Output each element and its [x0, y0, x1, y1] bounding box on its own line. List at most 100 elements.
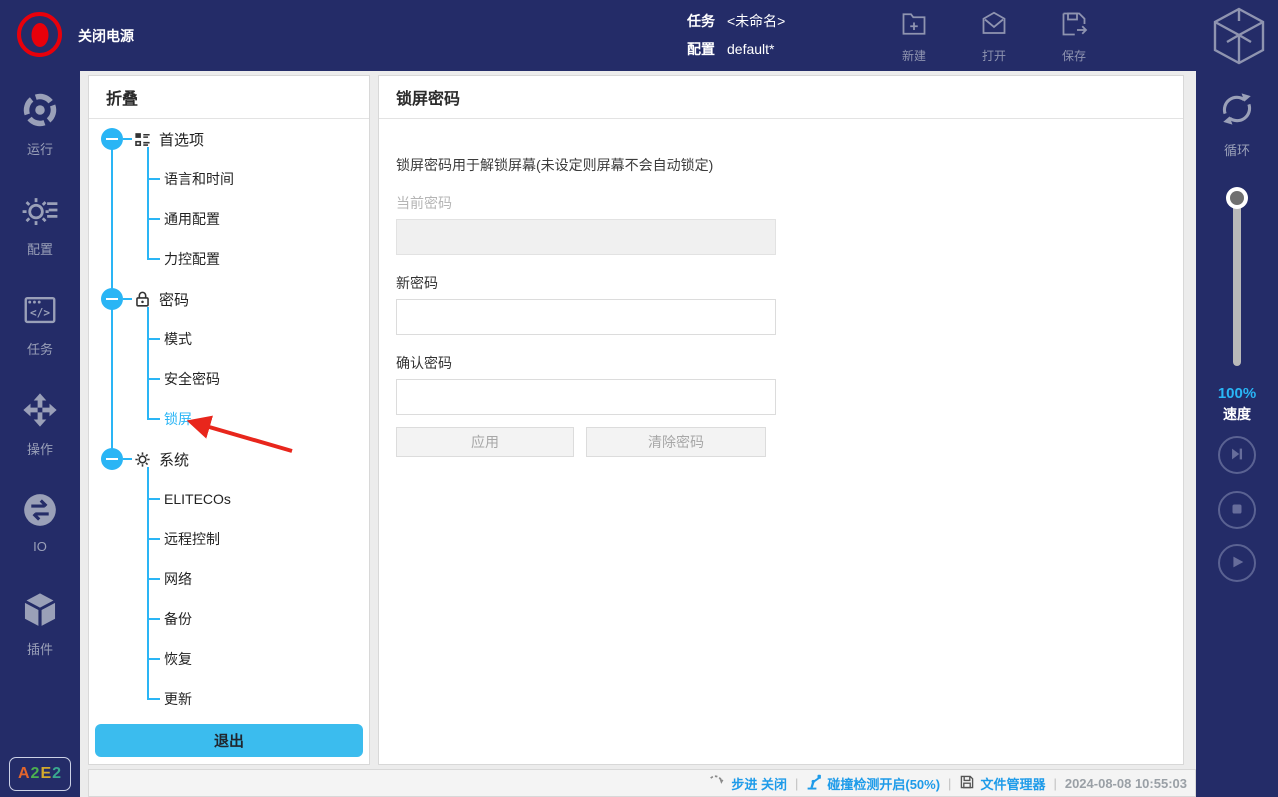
file-manager-label: 文件管理器: [980, 774, 1045, 793]
nav-item-io[interactable]: IO: [0, 491, 80, 567]
power-logo-icon[interactable]: [17, 12, 62, 57]
clear-password-button[interactable]: 清除密码: [586, 427, 766, 457]
tree-connector: [123, 298, 132, 300]
tree-node-label: 密码: [159, 289, 189, 310]
status-timestamp: 2024-08-08 10:55:03: [1065, 776, 1187, 791]
left-nav: 运行 配置 </> 任务: [0, 71, 80, 797]
tree-children-system: ELITECOs 远程控制 网络 备份 恢复 更新: [147, 479, 369, 719]
lock-icon: [133, 290, 152, 309]
new-button[interactable]: 新建: [884, 9, 944, 64]
save-button[interactable]: 保存: [1044, 9, 1104, 64]
confirm-password-input[interactable]: [396, 379, 776, 415]
step-mode-label: 步进 关闭: [731, 774, 787, 793]
nav-item-config[interactable]: 配置: [0, 191, 80, 267]
new-password-input[interactable]: [396, 299, 776, 335]
speed-readout: 100% 速度: [1196, 385, 1278, 424]
plugin-cube-icon: [21, 591, 59, 634]
step-forward-icon: [1228, 445, 1246, 466]
loop-button[interactable]: 循环: [1196, 87, 1278, 159]
badge-letter: 2: [31, 765, 41, 783]
new-button-label: 新建: [902, 47, 926, 64]
nav-label-config: 配置: [27, 239, 53, 258]
open-button[interactable]: 打开: [964, 9, 1024, 64]
tree-item-update[interactable]: 更新: [147, 679, 369, 719]
new-password-label: 新密码: [396, 273, 1166, 290]
tree-item-language-time[interactable]: 语言和时间: [147, 159, 369, 199]
settings-tree: 首选项 语言和时间 通用配置 力控配置 密码: [89, 119, 369, 719]
loop-label: 循环: [1224, 140, 1250, 159]
a2e2-badge[interactable]: A2E2: [9, 757, 71, 791]
nav-label-run: 运行: [27, 139, 53, 158]
apply-button[interactable]: 应用: [396, 427, 574, 457]
current-password-label: 当前密码: [396, 193, 1166, 210]
lock-screen-password-panel: 锁屏密码 锁屏密码用于解锁屏幕(未设定则屏幕不会自动锁定) 当前密码 新密码 确…: [378, 75, 1184, 765]
description-text: 锁屏密码用于解锁屏幕(未设定则屏幕不会自动锁定): [396, 155, 1166, 175]
step-mode-status[interactable]: 步进 关闭: [709, 773, 787, 793]
tree-item-remote-control[interactable]: 远程控制: [147, 519, 369, 559]
collapse-minus-icon[interactable]: [101, 128, 123, 150]
tree-item-force-config[interactable]: 力控配置: [147, 239, 369, 279]
nav-item-run[interactable]: 运行: [0, 91, 80, 167]
tree-item-backup[interactable]: 备份: [147, 599, 369, 639]
top-bar: 关闭电源 任务 <未命名> 配置 default* 新建: [0, 0, 1278, 71]
stop-icon: [1228, 500, 1246, 521]
new-file-icon: [899, 9, 929, 44]
collapse-header[interactable]: 折叠: [89, 76, 369, 119]
svg-text:</>: </>: [30, 306, 50, 319]
config-value: default*: [727, 41, 774, 57]
stop-button[interactable]: [1218, 491, 1256, 529]
speed-slider-track[interactable]: [1233, 198, 1241, 366]
badge-letter: 2: [52, 765, 62, 783]
app-screen: 关闭电源 任务 <未命名> 配置 default* 新建: [0, 0, 1278, 797]
collision-detection-label: 碰撞检测开启(50%): [827, 774, 940, 793]
file-actions: 新建 打开 保存: [884, 9, 1104, 64]
tree-children-preferences: 语言和时间 通用配置 力控配置: [147, 159, 369, 279]
open-file-icon: [979, 9, 1009, 44]
task-code-icon: </>: [21, 291, 59, 334]
tree-node-preferences[interactable]: 首选项: [101, 119, 369, 159]
preferences-icon: [133, 130, 152, 149]
speed-value: 100%: [1196, 385, 1278, 402]
speed-slider-knob[interactable]: [1226, 187, 1248, 209]
task-label: 任务: [687, 11, 715, 31]
tree-children-password: 模式 安全密码 锁屏: [147, 319, 369, 439]
nav-item-plugin[interactable]: 插件: [0, 591, 80, 667]
play-button[interactable]: [1218, 544, 1256, 582]
nav-item-task[interactable]: </> 任务: [0, 291, 80, 367]
tree-item-network[interactable]: 网络: [147, 559, 369, 599]
badge-letter: E: [40, 765, 52, 783]
badge-letter: A: [18, 765, 31, 783]
power-off-button[interactable]: 关闭电源: [78, 0, 134, 71]
nav-item-jog[interactable]: 操作: [0, 391, 80, 467]
tree-connector: [123, 138, 132, 140]
tree-item-general-config[interactable]: 通用配置: [147, 199, 369, 239]
elite-cube-logo-icon: [1212, 6, 1266, 66]
status-separator: |: [1053, 776, 1056, 791]
file-manager-button[interactable]: 文件管理器: [959, 774, 1045, 793]
tree-item-lock-screen[interactable]: 锁屏: [147, 399, 369, 439]
tree-node-password[interactable]: 密码: [101, 279, 369, 319]
open-button-label: 打开: [982, 47, 1006, 64]
step-arrow-icon: [709, 773, 726, 793]
robot-arm-icon: [806, 774, 822, 793]
jog-arrows-icon: [21, 391, 59, 434]
nav-label-plugin: 插件: [27, 639, 53, 658]
collapse-minus-icon[interactable]: [101, 448, 123, 470]
exit-button[interactable]: 退出: [95, 724, 363, 757]
tree-node-system[interactable]: 系统: [101, 439, 369, 479]
task-value: <未命名>: [727, 11, 785, 31]
tree-item-safety-password[interactable]: 安全密码: [147, 359, 369, 399]
settings-tree-panel: 折叠 首选项 语言和时间 通用配置 力控配置: [88, 75, 370, 765]
collapse-minus-icon[interactable]: [101, 288, 123, 310]
tree-connector: [123, 458, 132, 460]
run-icon: [21, 91, 59, 134]
config-label: 配置: [687, 39, 715, 59]
tree-item-elitecos[interactable]: ELITECOs: [147, 479, 369, 519]
collision-detection-status[interactable]: 碰撞检测开启(50%): [806, 774, 940, 793]
step-forward-button[interactable]: [1218, 436, 1256, 474]
tree-item-mode[interactable]: 模式: [147, 319, 369, 359]
current-password-input[interactable]: [396, 219, 776, 255]
tree-item-restore[interactable]: 恢复: [147, 639, 369, 679]
nav-label-jog: 操作: [27, 439, 53, 458]
status-bar: 步进 关闭 | 碰撞检测开启(50%) |: [88, 769, 1196, 797]
